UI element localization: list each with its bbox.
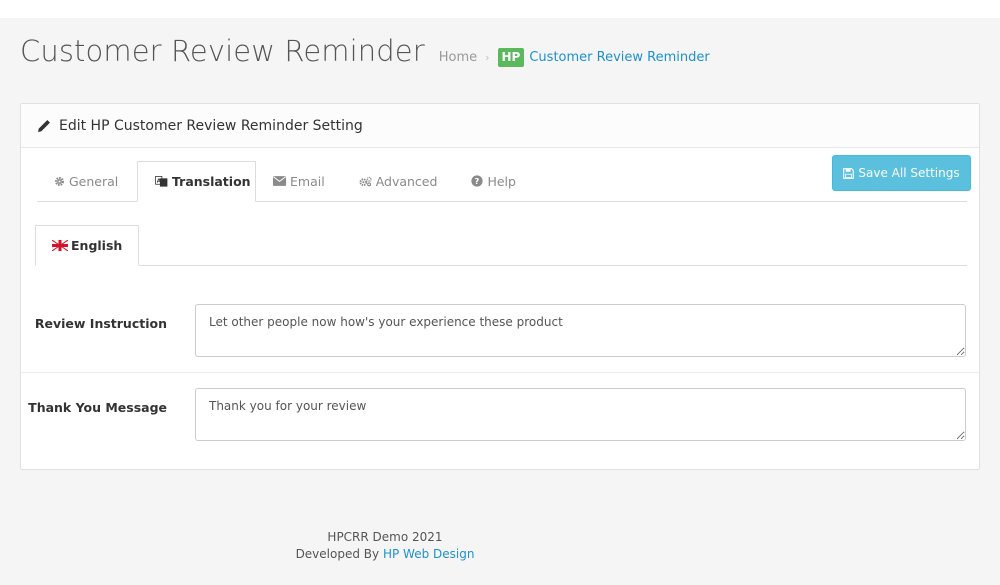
footer-line1: HPCRR Demo 2021 <box>327 530 443 544</box>
developed-by-text: Developed By <box>295 547 380 561</box>
footer: HPCRR Demo 2021 Developed By HP Web Desi… <box>0 529 770 563</box>
review-instruction-label: Review Instruction <box>34 316 167 331</box>
hp-web-design-link[interactable]: HP Web Design <box>383 547 474 561</box>
floppy-disk-icon <box>843 167 855 179</box>
question-circle-icon: ? <box>471 175 484 187</box>
tab-translation[interactable]: A Translation <box>137 161 256 202</box>
settings-tabs: General A Translation Email Advanced ? H… <box>37 161 967 202</box>
svg-text:?: ? <box>475 176 480 186</box>
language-icon: A <box>155 176 168 187</box>
tab-label: Advanced <box>375 173 438 189</box>
settings-panel: Edit HP Customer Review Reminder Setting… <box>20 103 980 470</box>
top-bar <box>0 0 1000 18</box>
tab-email[interactable]: Email <box>256 161 342 201</box>
envelope-icon <box>273 176 286 186</box>
hp-logo-badge: HP <box>497 48 525 67</box>
thank-you-message-input[interactable]: Thank you for your review <box>195 388 966 441</box>
tab-help[interactable]: ? Help <box>454 161 533 201</box>
language-tab-label: English <box>71 238 123 253</box>
tab-label: Email <box>290 173 325 189</box>
breadcrumb-current-link[interactable]: Customer Review Reminder <box>529 50 709 65</box>
tab-label: General <box>69 173 119 189</box>
tab-general[interactable]: General <box>37 161 137 201</box>
tab-label: Help <box>487 173 516 189</box>
breadcrumb-separator: › <box>485 51 490 64</box>
language-tab-english[interactable]: English <box>35 225 140 266</box>
language-tabs: English <box>35 225 967 266</box>
breadcrumb: Home › HP Customer Review Reminder <box>439 48 710 67</box>
save-button-label: Save All Settings <box>858 166 960 180</box>
svg-text:A: A <box>157 178 162 184</box>
save-all-settings-button[interactable]: Save All Settings <box>832 155 971 191</box>
breadcrumb-home-link[interactable]: Home <box>439 50 477 65</box>
gears-icon <box>359 176 372 187</box>
form-row-thank-you-message: Thank You Message Thank you for your rev… <box>21 378 979 448</box>
pencil-icon <box>38 119 50 132</box>
form-row-review-instruction: Review Instruction Let other people now … <box>21 292 979 373</box>
page-title: Customer Review Reminder <box>20 34 425 68</box>
page-header: Customer Review Reminder Home › HP Custo… <box>20 34 710 84</box>
review-instruction-input[interactable]: Let other people now how's your experien… <box>195 304 966 357</box>
thank-you-message-label: Thank You Message <box>28 400 167 415</box>
gear-icon <box>54 176 65 187</box>
footer-line2: Developed By HP Web Design <box>0 546 770 563</box>
tab-advanced[interactable]: Advanced <box>342 161 455 201</box>
panel-heading: Edit HP Customer Review Reminder Setting <box>21 104 979 148</box>
tab-label: Translation <box>172 174 251 189</box>
uk-flag-icon <box>52 240 68 251</box>
panel-heading-title: Edit HP Customer Review Reminder Setting <box>59 117 363 134</box>
